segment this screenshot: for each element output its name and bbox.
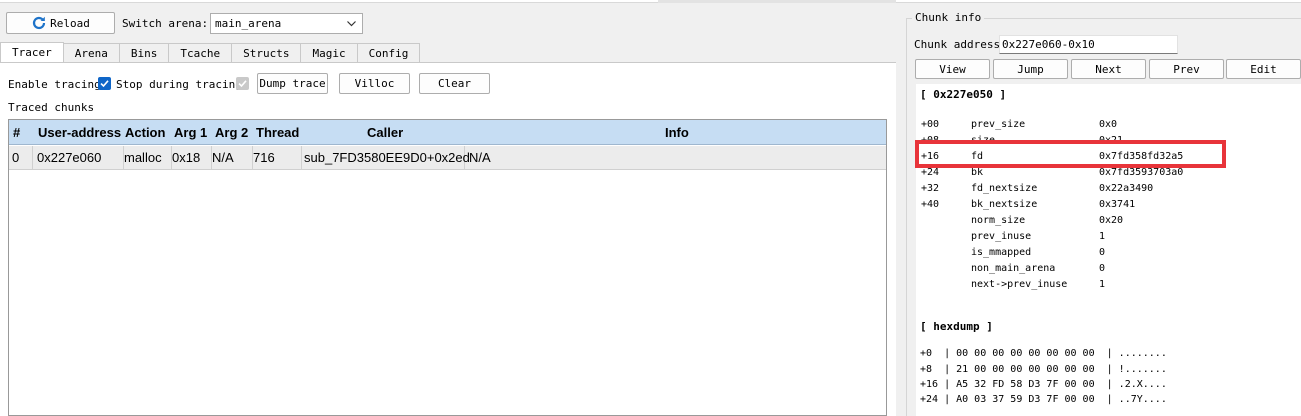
cell-arg2: N/A: [212, 146, 253, 169]
chunk-header: [ 0x227e050 ]: [920, 88, 1007, 101]
chunk-address-input[interactable]: 0x227e060-0x10: [999, 35, 1178, 54]
field-name: next->prev_inuse: [971, 279, 1068, 290]
jump-button[interactable]: Jump: [993, 59, 1068, 79]
checkmark-icon: [100, 80, 109, 88]
column-header-action[interactable]: Action: [125, 120, 165, 144]
column-header-thread[interactable]: Thread: [256, 120, 299, 144]
cell-user-address: 0x227e060: [33, 146, 124, 169]
chunk-address-label: Chunk address: [914, 38, 1001, 51]
dump-trace-button[interactable]: Dump trace: [257, 73, 328, 94]
top-splitter-segment: [658, 0, 896, 3]
window-top-edge: [0, 0, 1301, 3]
field-value: 1: [1099, 231, 1106, 242]
cell-thread: 716: [253, 146, 302, 169]
enable-tracing-label: Enable tracing: [8, 78, 101, 91]
field-value: 0: [1099, 247, 1106, 258]
field-name: non_main_arena: [971, 263, 1056, 274]
field-offset: +32: [921, 183, 940, 194]
view-button[interactable]: View: [915, 59, 990, 79]
stop-during-tracing-checkbox[interactable]: [236, 77, 249, 90]
field-offset: +24: [921, 167, 940, 178]
tab-config[interactable]: Config: [356, 43, 421, 62]
traced-chunks-table: # User-address Action Arg 1 Arg 2 Thread…: [8, 119, 887, 416]
fd-highlight-box: [915, 140, 1226, 168]
column-header-index[interactable]: #: [13, 120, 20, 144]
enable-tracing-checkbox[interactable]: [98, 77, 111, 90]
arena-select[interactable]: main_arena: [210, 13, 363, 34]
hexdump-line: +24 | A0 03 37 59 D3 7F 00 00 | ..7Y....: [920, 394, 1167, 405]
tab-bins[interactable]: Bins: [118, 43, 170, 62]
hexdump-line: +16 | A5 32 FD 58 D3 7F 00 00 | .2.X....: [920, 379, 1167, 390]
hexdump-header: [ hexdump ]: [920, 320, 993, 333]
field-name: fd_nextsize: [971, 183, 1038, 194]
column-header-user-address[interactable]: User-address: [38, 120, 121, 144]
main-tabs: Tracer Arena Bins Tcache Structs Magic C…: [0, 42, 421, 62]
field-name: prev_inuse: [971, 231, 1032, 242]
field-name: is_mmapped: [971, 247, 1032, 258]
cell-info: N/A: [469, 150, 491, 165]
cell-action: malloc: [124, 146, 172, 169]
field-name: bk_nextsize: [971, 199, 1038, 210]
field-value: 0x0: [1099, 119, 1118, 130]
arena-select-value: main_arena: [215, 17, 282, 30]
chevron-down-icon: [347, 21, 356, 27]
villoc-button[interactable]: Villoc: [339, 73, 410, 94]
hexdump-line: +0 | 00 00 00 00 00 00 00 00 | ........: [920, 348, 1167, 359]
column-header-info[interactable]: Info: [665, 120, 689, 144]
prev-button[interactable]: Prev: [1149, 59, 1224, 79]
refresh-icon: [33, 16, 46, 30]
reload-label: Reload: [50, 16, 90, 30]
table-header: # User-address Action Arg 1 Arg 2 Thread…: [9, 120, 886, 145]
field-offset: +40: [921, 199, 940, 210]
edit-button[interactable]: Edit: [1226, 59, 1301, 79]
table-row[interactable]: 0 0x227e060 malloc 0x18 N/A 716 sub_7FD3…: [9, 146, 886, 170]
cell-index: 0: [9, 146, 33, 169]
field-value: 0x22a3490: [1099, 183, 1154, 194]
tab-tcache[interactable]: Tcache: [168, 43, 233, 62]
field-value: 0: [1099, 263, 1106, 274]
field-value: 0x3741: [1099, 199, 1136, 210]
traced-chunks-label: Traced chunks: [8, 101, 95, 114]
reload-button[interactable]: Reload: [6, 12, 115, 34]
next-button[interactable]: Next: [1071, 59, 1146, 79]
field-value: 0x20: [1099, 215, 1124, 226]
checkmark-icon: [238, 80, 247, 88]
field-value: 1: [1099, 279, 1106, 290]
field-name: bk: [971, 167, 984, 178]
column-header-arg2[interactable]: Arg 2: [215, 120, 248, 144]
cell-caller: sub_7FD3580EE9D0+0x2ed: [302, 146, 470, 169]
tab-arena[interactable]: Arena: [62, 43, 120, 62]
tab-tracer[interactable]: Tracer: [0, 42, 64, 62]
field-name: prev_size: [971, 119, 1026, 130]
stop-during-tracing-label: Stop during tracing: [116, 78, 242, 91]
chunk-info-title: Chunk info: [912, 11, 985, 24]
column-header-arg1[interactable]: Arg 1: [174, 120, 207, 144]
field-name: norm_size: [971, 215, 1026, 226]
clear-button[interactable]: Clear: [419, 73, 490, 94]
field-value: 0x7fd3593703a0: [1099, 167, 1184, 178]
tab-magic[interactable]: Magic: [300, 43, 358, 62]
switch-arena-label: Switch arena:: [122, 17, 209, 30]
hexdump-line: +8 | 21 00 00 00 00 00 00 00 | !.......: [920, 364, 1167, 375]
tab-structs[interactable]: Structs: [231, 43, 302, 62]
field-offset: +00: [921, 119, 940, 130]
cell-arg1: 0x18: [172, 146, 212, 169]
column-header-caller[interactable]: Caller: [367, 120, 403, 144]
